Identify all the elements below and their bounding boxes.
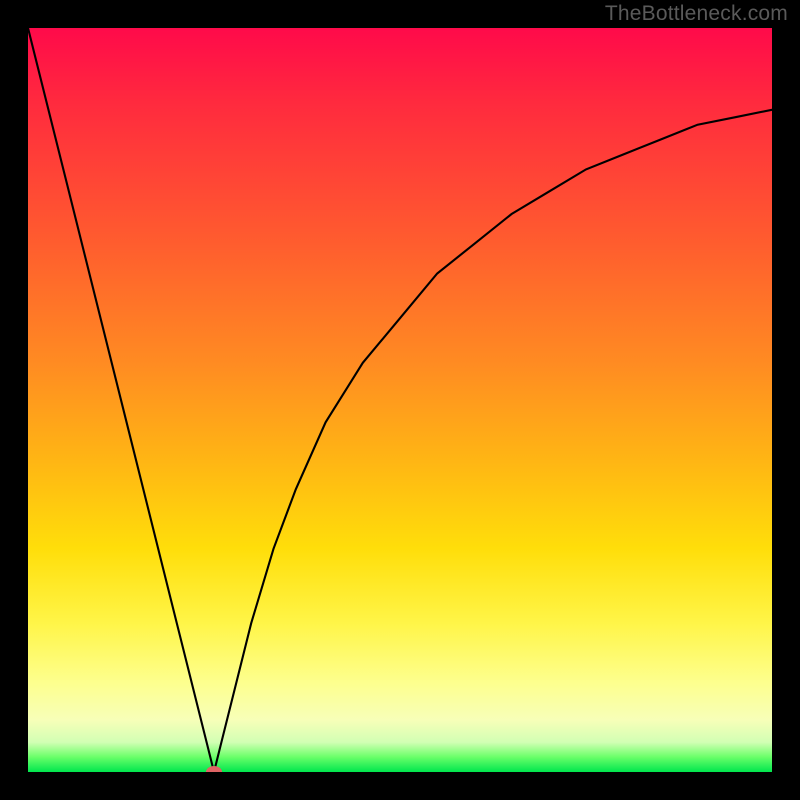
curve-path [28,28,772,772]
plot-area [28,28,772,772]
watermark-text: TheBottleneck.com [605,2,788,26]
chart-frame: TheBottleneck.com [0,0,800,800]
minimum-marker [206,766,222,772]
bottleneck-curve [28,28,772,772]
